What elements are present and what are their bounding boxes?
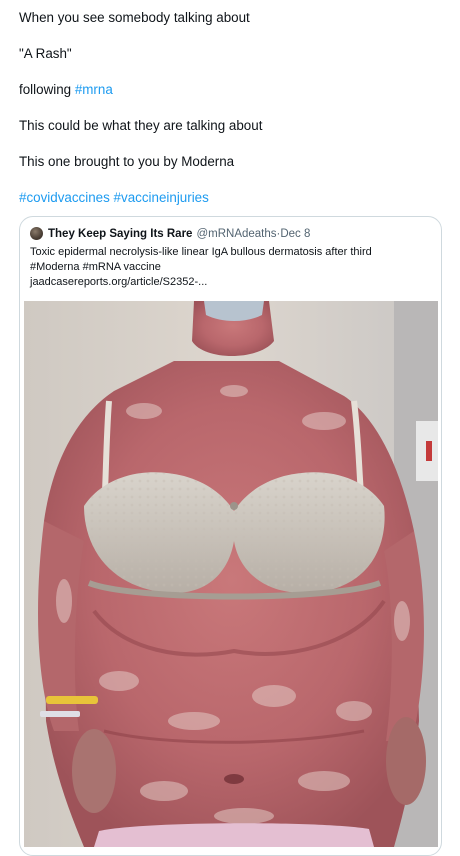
tweet-text-line: When you see somebody talking about [19, 10, 250, 25]
quoted-text-line: #Moderna #mRNA vaccine [30, 260, 430, 275]
quoted-tweet-header: They Keep Saying Its Rare @mRNAdeaths · … [30, 227, 310, 240]
tweet-text-line: "A Rash" [19, 46, 72, 61]
tweet-text-line: following #mrna [19, 81, 113, 99]
quoted-text-line: Toxic epidermal necrolysis-like linear I… [30, 246, 372, 258]
quoted-tweet-text: Toxic epidermal necrolysis-like linear I… [30, 245, 430, 290]
hashtag-mrna-link[interactable]: #mrna [75, 82, 113, 97]
quoted-tweet-card[interactable]: They Keep Saying Its Rare @mRNAdeaths · … [19, 216, 442, 856]
tweet-text-fragment: following [19, 82, 75, 97]
quoted-tweet-date[interactable]: Dec 8 [280, 228, 310, 240]
quoted-tweet-photo[interactable] [24, 301, 438, 847]
tweet-text-line: This one brought to you by Moderna [19, 154, 235, 169]
quoted-author-handle[interactable]: @mRNAdeaths [196, 228, 276, 240]
quoted-link-text: jaadcasereports.org/article/S2352-... [30, 276, 208, 288]
tweet-text-line: This could be what they are talking abou… [19, 118, 263, 133]
hashtag-moderna-text: #Moderna [30, 261, 80, 273]
hashtag-vaccineinjuries-link[interactable]: #vaccineinjuries [114, 190, 209, 205]
quoted-text-fragment: #mRNA vaccine [79, 261, 161, 273]
hashtag-line: #covidvaccines #vaccineinjuries [19, 189, 209, 207]
avatar[interactable] [30, 227, 43, 240]
quoted-author-name[interactable]: They Keep Saying Its Rare [48, 228, 192, 240]
hashtag-covidvaccines-link[interactable]: #covidvaccines [19, 190, 110, 205]
